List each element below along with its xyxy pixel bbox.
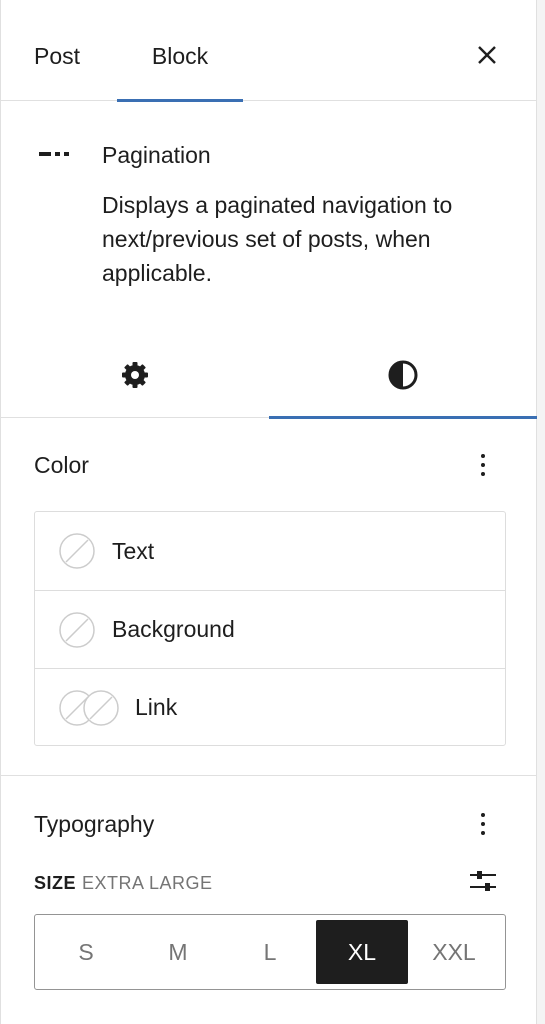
tab-settings[interactable] — [1, 332, 269, 418]
tab-block-label: Block — [151, 42, 209, 69]
block-card: Pagination Displays a paginated navigati… — [1, 102, 537, 332]
inspector-tabs — [1, 332, 537, 419]
color-item-label: Text — [112, 537, 155, 564]
font-size-picker: S M L XL XXL — [34, 914, 506, 990]
close-icon — [478, 46, 496, 64]
color-item-link[interactable]: Link — [35, 668, 505, 746]
empty-swatch-icon — [59, 611, 95, 648]
sidebar-header: Post Block — [1, 11, 537, 102]
custom-size-button[interactable] — [467, 866, 499, 896]
color-options-button[interactable] — [471, 447, 495, 483]
tab-post-label: Post — [34, 42, 81, 69]
tab-styles[interactable] — [269, 332, 537, 419]
color-list: Text Background Link — [34, 511, 506, 746]
section-divider — [1, 775, 537, 776]
typography-section-title: Typography — [34, 811, 155, 837]
typography-options-button[interactable] — [471, 806, 495, 842]
size-option-l[interactable]: L — [224, 920, 316, 984]
double-empty-swatch-icon — [59, 689, 119, 726]
color-item-text[interactable]: Text — [35, 512, 505, 590]
font-size-label: SIZE EXTRA LARGE — [34, 873, 213, 894]
block-inspector-sidebar: Post Block Pagination Displays a paginat… — [0, 0, 537, 1024]
size-option-xl[interactable]: XL — [316, 920, 408, 984]
color-section-title: Color — [34, 452, 89, 478]
more-vertical-icon — [481, 454, 485, 458]
size-label: SIZE — [34, 873, 77, 893]
pagination-icon — [39, 152, 69, 156]
size-value: EXTRA LARGE — [82, 873, 213, 893]
size-option-xxl[interactable]: XXL — [408, 920, 500, 984]
size-option-m[interactable]: M — [132, 920, 224, 984]
tab-post[interactable]: Post — [34, 11, 80, 101]
tab-block[interactable]: Block — [117, 11, 243, 102]
color-item-label: Link — [135, 694, 178, 720]
close-button[interactable] — [473, 41, 501, 69]
more-vertical-icon — [481, 813, 485, 817]
color-item-background[interactable]: Background — [35, 590, 505, 668]
editor-scrollbar-edge — [536, 0, 545, 1024]
empty-swatch-icon — [59, 533, 95, 569]
block-description: Displays a paginated navigation to next/… — [102, 192, 453, 286]
gear-icon — [122, 362, 148, 388]
sliders-icon — [470, 871, 496, 891]
block-title: Pagination — [102, 142, 211, 168]
size-option-s[interactable]: S — [40, 920, 132, 984]
half-circle-icon — [388, 360, 418, 390]
color-item-label: Background — [112, 616, 235, 642]
